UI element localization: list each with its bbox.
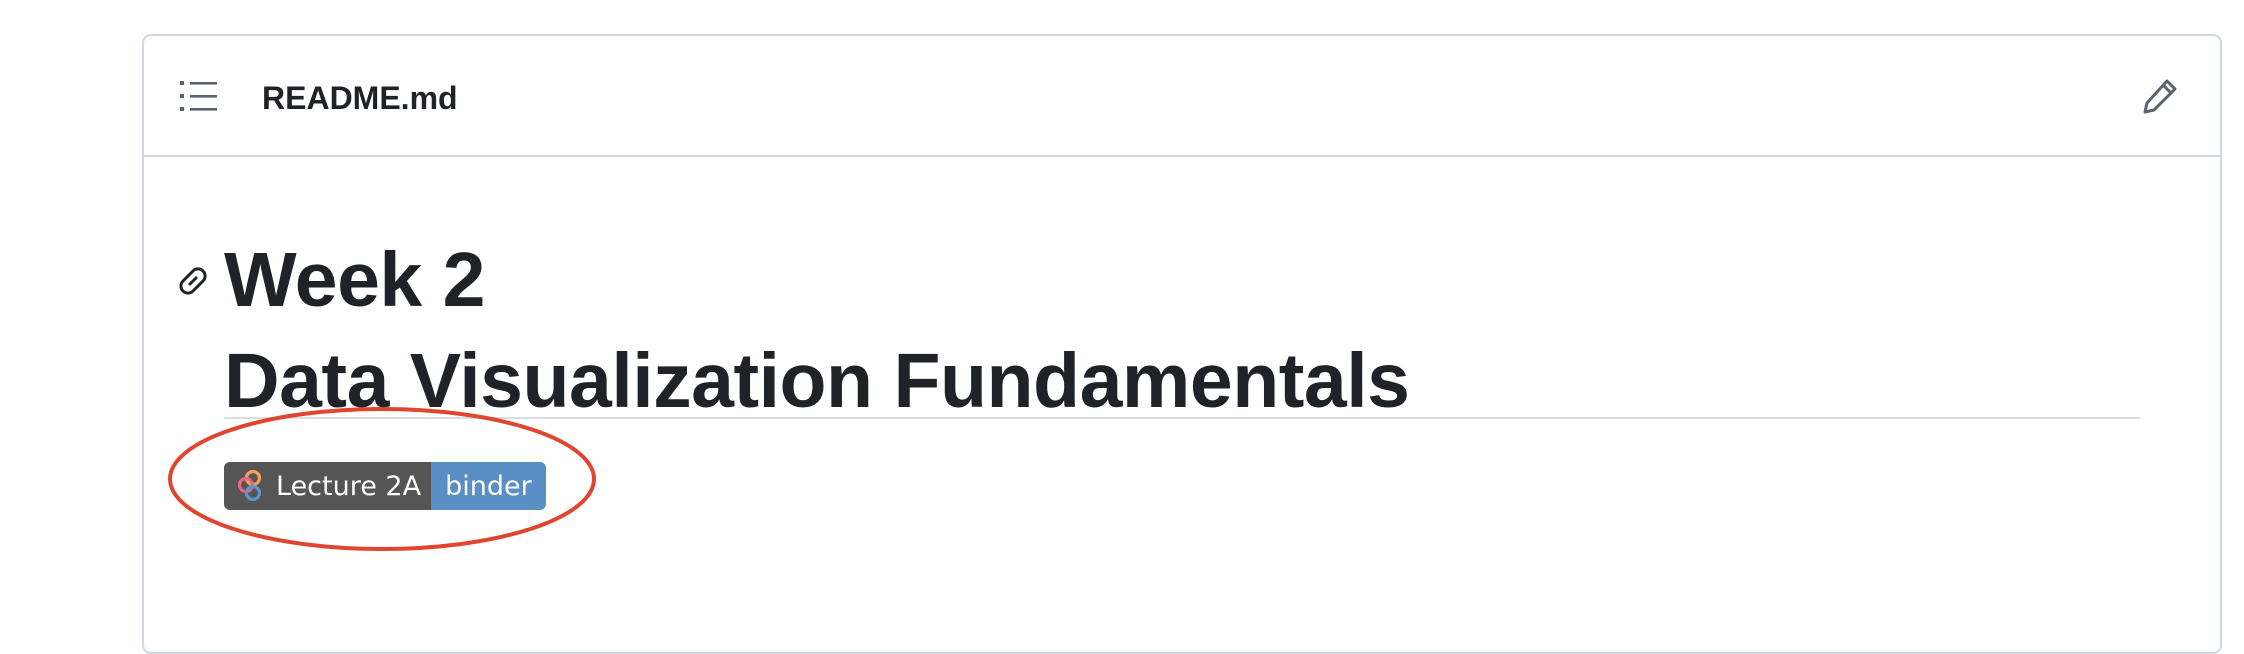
badge-right-label: binder bbox=[445, 470, 532, 502]
badge-right-segment: binder bbox=[431, 462, 546, 510]
link-icon bbox=[179, 267, 207, 295]
badge-left-label: Lecture 2A bbox=[276, 470, 422, 502]
file-title: README.md bbox=[262, 80, 458, 116]
page-title-line1: Week 2 bbox=[224, 237, 485, 323]
binder-badge-link[interactable]: Lecture 2A binder bbox=[224, 462, 546, 510]
readme-header: README.md bbox=[144, 36, 2220, 157]
binder-logo-icon bbox=[237, 469, 262, 502]
outline-button[interactable] bbox=[180, 79, 218, 113]
heading-anchor-link[interactable] bbox=[174, 262, 212, 300]
pencil-icon bbox=[2143, 79, 2177, 114]
edit-file-button[interactable] bbox=[2140, 76, 2180, 116]
page-title-line2: Data Visualization Fundamentals bbox=[224, 338, 1410, 424]
heading-divider bbox=[224, 417, 2140, 419]
badge-left-segment: Lecture 2A bbox=[224, 462, 432, 510]
list-unordered-icon bbox=[180, 81, 217, 111]
readme-panel: README.md Week 2 Data Visualization Fund… bbox=[142, 34, 2222, 654]
